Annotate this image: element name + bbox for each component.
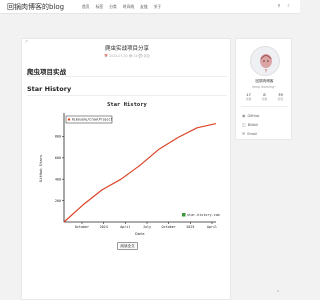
author-sidebar: 回锅肉博客 keep learning~ 17 文章 8 分类 39 标签 ◉ … xyxy=(235,38,292,140)
x-tick-label: April xyxy=(207,225,217,229)
heading-divider xyxy=(27,76,227,77)
x-tick-label: April xyxy=(120,225,130,229)
post-card: 爬虫实战项目分享 📅 2024-07-30 👁 1k 💬 评论 爬虫项目实战 S… xyxy=(21,38,231,300)
arrow-icon: ↗ xyxy=(24,39,29,45)
legend-label: Kimoushe/CrawlProject xyxy=(72,118,112,122)
social-link-bilibili[interactable]: ◫ Bilibili xyxy=(242,120,288,129)
stat-posts-label: 文章 xyxy=(245,97,252,101)
author-name: 回锅肉博客 xyxy=(255,79,274,83)
author-bio: keep learning~ xyxy=(252,85,277,89)
chevron-up-icon[interactable]: ⌃ xyxy=(274,289,282,297)
post-meta: 📅 2024-07-30 👁 1k 💬 评论 xyxy=(104,54,150,58)
site-title[interactable]: 回锅肉博客的blog xyxy=(7,2,64,12)
stat-categories[interactable]: 8 分类 xyxy=(257,92,272,101)
social-links: ◉ GitHub ◫ Bilibili ✉ Email xyxy=(242,111,288,138)
watermark-icon xyxy=(182,213,186,217)
nav-item-tags[interactable]: 标签 xyxy=(96,4,104,10)
bilibili-icon: ◫ xyxy=(242,122,246,127)
read-more-button[interactable]: 阅读全文 xyxy=(117,242,138,250)
top-navbar: 回锅肉博客的blog 首页 标签 分类 时间线 友链 关于 ⚲ ☾ xyxy=(0,0,300,14)
nav-item-home[interactable]: 首页 xyxy=(82,4,90,10)
stat-posts[interactable]: 17 文章 xyxy=(241,92,256,101)
y-tick-label: 200 xyxy=(55,199,61,203)
stat-tags-label: 标签 xyxy=(277,97,284,101)
section-heading: 爬虫项目实战 xyxy=(27,68,66,76)
x-tick-label: October xyxy=(162,225,176,229)
x-tick-label: July xyxy=(143,225,151,229)
nav-item-categories[interactable]: 分类 xyxy=(109,4,117,10)
avatar xyxy=(250,46,280,76)
social-link-label: Bilibili xyxy=(247,122,258,127)
moon-icon[interactable]: ☾ xyxy=(287,3,291,8)
y-tick-label: 400 xyxy=(55,177,61,181)
y-tick-label: 800 xyxy=(55,135,61,139)
subheading-divider xyxy=(27,95,227,96)
nav-item-about[interactable]: 关于 xyxy=(154,4,162,10)
x-axis-label: Date xyxy=(135,231,145,236)
nav-menu: 首页 标签 分类 时间线 友链 关于 xyxy=(82,4,161,10)
y-tick-label: 600 xyxy=(55,156,61,160)
series-line xyxy=(63,123,217,223)
social-link-email[interactable]: ✉ Email xyxy=(242,129,288,138)
legend-marker xyxy=(67,118,71,121)
nav-item-links[interactable]: 友链 xyxy=(140,4,148,10)
post-title[interactable]: 爬虫实战项目分享 xyxy=(22,44,232,52)
stat-categories-label: 分类 xyxy=(261,97,268,101)
x-tick-label: 2024 xyxy=(100,225,108,229)
author-stats: 17 文章 8 分类 39 标签 xyxy=(241,92,288,101)
email-icon: ✉ xyxy=(242,131,246,136)
chart-title: Star History xyxy=(107,102,147,108)
nav-item-timeline[interactable]: 时间线 xyxy=(123,4,134,10)
social-link-github[interactable]: ◉ GitHub xyxy=(242,111,288,120)
banner-gap xyxy=(0,14,300,36)
social-link-label: GitHub xyxy=(247,113,260,118)
star-history-chart: Star History 200 400 600 800 October 2024 April… xyxy=(38,102,220,236)
x-tick-label: October xyxy=(75,225,89,229)
chart-watermark: star-history.com xyxy=(187,213,220,217)
sidebar-divider xyxy=(241,106,288,107)
social-link-label: Email xyxy=(247,131,257,136)
github-icon: ◉ xyxy=(242,113,246,118)
x-tick-label: 2025 xyxy=(186,225,194,229)
stat-tags[interactable]: 39 标签 xyxy=(273,92,288,101)
subsection-heading: Star History xyxy=(27,85,72,93)
y-axis-label: GitHub Stars xyxy=(38,155,43,182)
search-icon[interactable]: ⚲ xyxy=(277,3,280,8)
nav-tools: ⚲ ☾ xyxy=(277,3,291,8)
